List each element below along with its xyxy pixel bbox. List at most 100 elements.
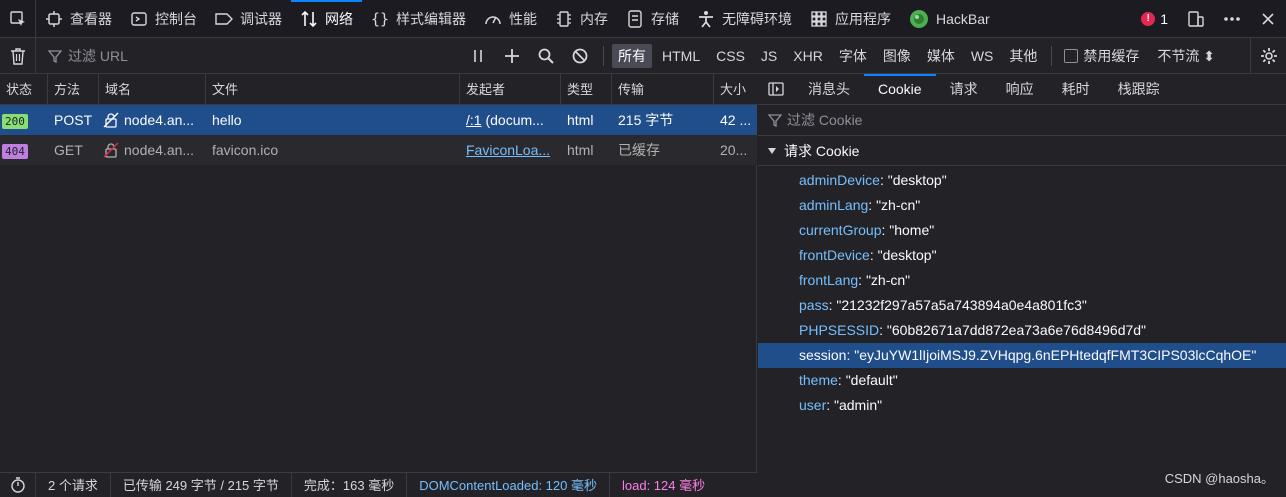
cookie-row[interactable]: frontLang: "zh-cn" [758, 268, 1286, 293]
cookie-key: frontLang [799, 272, 859, 288]
filter-type-fonts[interactable]: 字体 [833, 44, 873, 68]
cookie-row-selected[interactable]: session: "eyJuYW1lIjoiMSJ9.ZVHqpg.6nEPHt… [758, 343, 1286, 368]
cookie-value: "home" [889, 222, 935, 238]
tab-inspector[interactable]: 查看器 [36, 0, 121, 37]
tab-request[interactable]: 请求 [936, 74, 992, 104]
clear-requests-button[interactable] [0, 37, 36, 74]
new-request-button[interactable] [495, 41, 529, 71]
responsive-design-button[interactable] [1178, 0, 1214, 38]
column-header-transferred[interactable]: 传输 [612, 74, 714, 105]
domain-text: node4.an... [124, 112, 195, 128]
tab-style-editor[interactable]: {} 样式编辑器 [362, 0, 475, 37]
method-cell: GET [54, 142, 83, 158]
method-cell: POST [54, 112, 93, 128]
cookie-filter-placeholder: 过滤 Cookie [787, 112, 863, 128]
cookie-key: adminDevice [799, 172, 880, 188]
search-button[interactable] [529, 41, 563, 71]
tab-cookies[interactable]: Cookie [864, 74, 936, 104]
cookie-value: "zh-cn" [876, 197, 921, 213]
throttle-select[interactable]: 不节流 ⬍ [1157, 46, 1215, 66]
status-cell: 404 [0, 135, 48, 165]
tab-performance[interactable]: 性能 [475, 0, 546, 37]
network-settings-button[interactable] [1250, 37, 1286, 74]
cookie-separator: : [826, 397, 835, 413]
more-options-button[interactable] [1214, 0, 1250, 38]
column-header-size[interactable]: 大小 [714, 74, 757, 105]
filter-icon [768, 114, 782, 127]
cookie-separator: : [869, 247, 878, 263]
tab-console[interactable]: 控制台 [121, 0, 206, 37]
tab-response[interactable]: 响应 [992, 74, 1048, 104]
tab-network[interactable]: 网络 [291, 0, 362, 37]
filter-type-js[interactable]: JS [755, 46, 783, 66]
performance-analysis-button[interactable] [0, 473, 36, 497]
insecure-lock-icon [103, 112, 119, 128]
file-cell: favicon.ico [212, 142, 279, 158]
tab-timings[interactable]: 耗时 [1048, 74, 1104, 104]
toggle-sidebar-button[interactable] [758, 74, 794, 104]
column-header-initiator[interactable]: 发起者 [460, 74, 561, 105]
storage-icon [626, 9, 644, 28]
initiator-link[interactable]: FaviconLoa... [466, 142, 550, 158]
filter-type-all[interactable]: 所有 [612, 43, 652, 68]
element-picker-button[interactable] [0, 0, 36, 37]
filter-type-css[interactable]: CSS [710, 46, 751, 66]
sidebar-toggle-icon [768, 82, 784, 96]
tab-headers[interactable]: 消息头 [794, 74, 864, 104]
tab-accessibility[interactable]: 无障碍环境 [688, 0, 801, 37]
filter-type-other[interactable]: 其他 [1003, 44, 1043, 68]
tab-storage[interactable]: 存储 [617, 0, 688, 37]
cookie-row[interactable]: adminLang: "zh-cn" [758, 193, 1286, 218]
filter-type-images[interactable]: 图像 [877, 44, 917, 68]
cookie-value: "admin" [834, 397, 883, 413]
more-options-icon [1224, 16, 1240, 21]
tab-hackbar[interactable]: HackBar [900, 0, 999, 37]
network-icon [300, 10, 318, 28]
cookie-row[interactable]: frontDevice: "desktop" [758, 243, 1286, 268]
tab-label: 控制台 [155, 10, 197, 27]
filter-type-xhr[interactable]: XHR [787, 46, 829, 66]
cookie-row[interactable]: currentGroup: "home" [758, 218, 1286, 243]
filter-type-media[interactable]: 媒体 [921, 44, 961, 68]
cookie-separator: : [879, 322, 887, 338]
cookie-row[interactable]: theme: "default" [758, 368, 1286, 393]
debugger-icon [215, 10, 233, 28]
initiator-link[interactable]: /:1 [466, 112, 482, 128]
tab-application[interactable]: 应用程序 [801, 0, 900, 37]
table-row[interactable]: 404 GET node4.an... favicon.ico FaviconL… [0, 135, 757, 165]
watermark: CSDN @haosha。 [1164, 471, 1274, 486]
request-cookies-section-header[interactable]: 请求 Cookie [758, 136, 1286, 166]
filter-type-html[interactable]: HTML [656, 46, 706, 66]
column-header-type[interactable]: 类型 [561, 74, 612, 105]
column-header-domain[interactable]: 域名 [99, 74, 206, 105]
tab-label: 网络 [325, 10, 353, 27]
request-count: 2 个请求 [36, 473, 111, 497]
disable-cache-checkbox[interactable]: 禁用缓存 [1064, 46, 1139, 66]
cookie-row[interactable]: adminDevice: "desktop" [758, 168, 1286, 193]
pause-button[interactable] [461, 41, 495, 71]
cookie-row[interactable]: user: "admin" [758, 393, 1286, 418]
column-header-status[interactable]: 状态 [0, 74, 48, 105]
load-time: load: 124 毫秒 [622, 477, 706, 493]
filter-type-ws[interactable]: WS [965, 46, 1000, 66]
tab-memory[interactable]: 内存 [546, 0, 617, 37]
cookie-key: session [799, 347, 847, 363]
column-header-method[interactable]: 方法 [48, 74, 99, 105]
cookie-filter-input[interactable]: 过滤 Cookie [758, 105, 1286, 136]
tab-stack-trace[interactable]: 栈跟踪 [1104, 74, 1174, 104]
disable-cache-label: 禁用缓存 [1083, 47, 1140, 64]
table-row[interactable]: 200 POST node4.an... hello /:1 (docum...… [0, 105, 757, 135]
finish-time: 完成：163 毫秒 [292, 473, 408, 497]
tab-label: 性能 [509, 10, 537, 27]
column-header-file[interactable]: 文件 [206, 74, 460, 105]
cookie-key: adminLang [799, 197, 869, 213]
transferred-summary: 已传输 249 字节 / 215 字节 [111, 473, 292, 497]
cookie-row[interactable]: PHPSESSID: "60b82671a7dd872ea73a6e76d849… [758, 318, 1286, 343]
close-devtools-button[interactable] [1250, 0, 1286, 38]
cookie-row[interactable]: pass: "21232f297a57a5a743894a0e4a801fc3" [758, 293, 1286, 318]
url-filter-input[interactable]: 过滤 URL [36, 46, 461, 66]
dom-content-loaded-time: DOMContentLoaded: 120 毫秒 [407, 473, 610, 497]
block-requests-button[interactable] [563, 41, 597, 71]
tab-debugger[interactable]: 调试器 [206, 0, 291, 37]
error-count-badge[interactable]: ! 1 [1131, 11, 1178, 27]
